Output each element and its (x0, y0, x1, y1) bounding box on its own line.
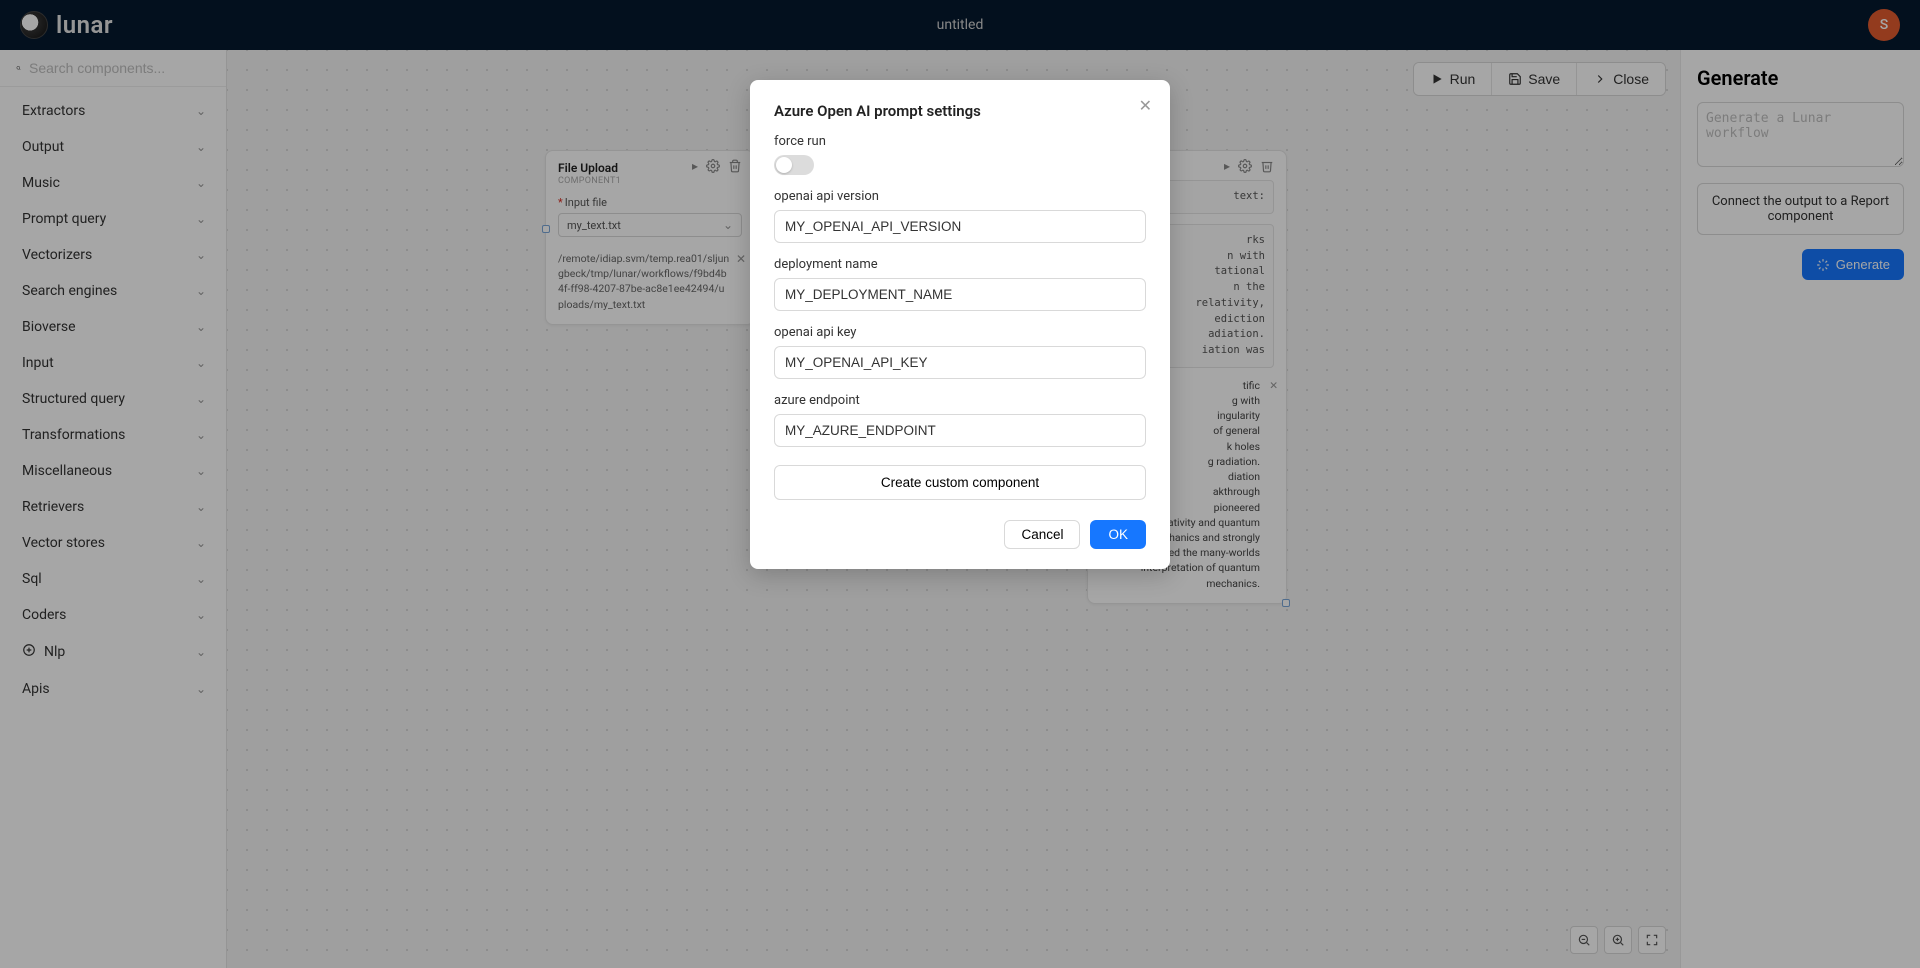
api-version-label: openai api version (774, 189, 1146, 204)
endpoint-input[interactable] (774, 414, 1146, 447)
modal-title: Azure Open AI prompt settings (774, 102, 1146, 120)
api-key-input[interactable] (774, 346, 1146, 379)
cancel-button[interactable]: Cancel (1004, 520, 1080, 549)
deployment-label: deployment name (774, 257, 1146, 272)
create-custom-button[interactable]: Create custom component (774, 465, 1146, 500)
force-run-label: force run (774, 134, 1146, 149)
force-run-toggle[interactable] (774, 155, 814, 175)
deployment-input[interactable] (774, 278, 1146, 311)
api-key-label: openai api key (774, 325, 1146, 340)
endpoint-label: azure endpoint (774, 393, 1146, 408)
api-version-input[interactable] (774, 210, 1146, 243)
ok-button[interactable]: OK (1090, 520, 1146, 549)
settings-modal: ✕ Azure Open AI prompt settings force ru… (750, 80, 1170, 569)
modal-close-icon[interactable]: ✕ (1139, 96, 1152, 115)
